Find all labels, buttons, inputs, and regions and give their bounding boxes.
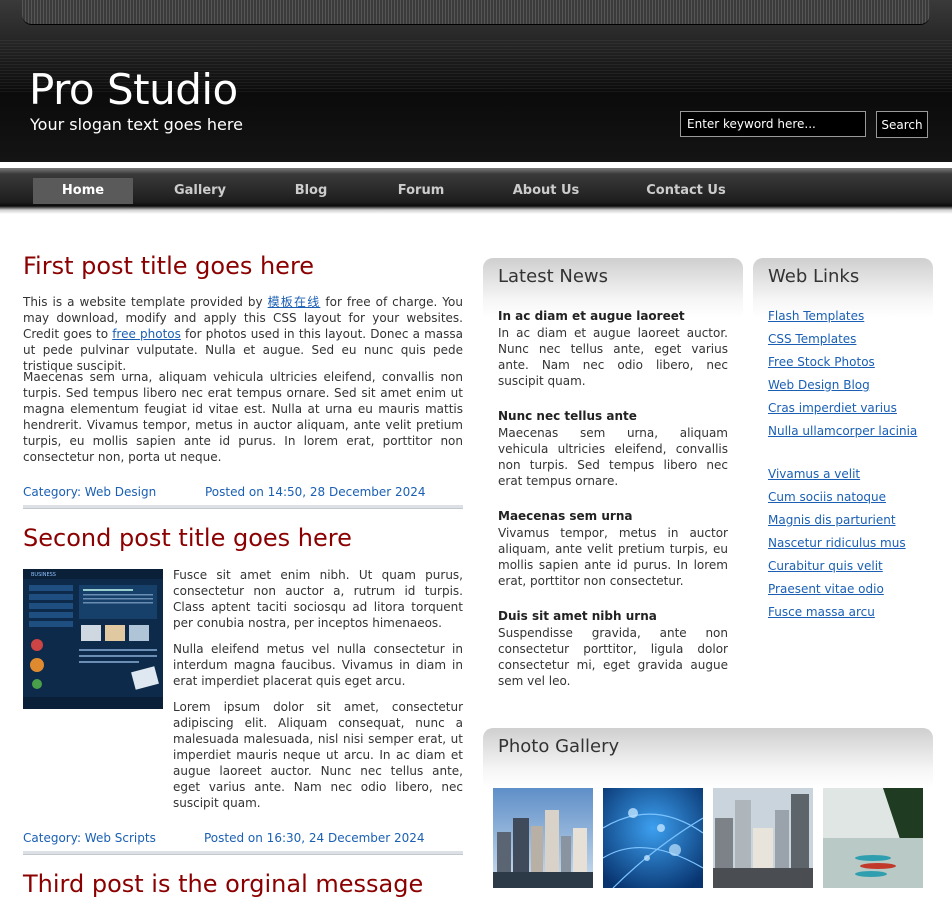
post-paragraph: Maecenas sem urna, aliquam vehicula ultr… <box>23 370 463 464</box>
news-item-text: In ac diam et augue laoreet auctor. Nunc… <box>498 326 728 388</box>
web-link[interactable]: Nulla ullamcorper lacinia <box>768 424 917 438</box>
post-paragraph: Nulla eleifend metus vel nulla consectet… <box>173 642 463 688</box>
svg-text:BUSINESS: BUSINESS <box>31 572 56 578</box>
search-button[interactable]: Search <box>876 111 928 138</box>
post-divider <box>23 505 463 509</box>
post-title[interactable]: First post title goes here <box>23 251 314 281</box>
news-item-title[interactable]: In ac diam et augue laoreet <box>498 309 685 323</box>
menu-item-blog[interactable]: Blog <box>261 178 361 204</box>
lake-boats-photo[interactable] <box>823 788 923 888</box>
site-title[interactable]: Pro Studio <box>29 64 238 116</box>
website-thumbnail-image: BUSINESS <box>23 569 163 709</box>
water-drops-photo[interactable] <box>603 788 703 888</box>
web-link[interactable]: CSS Templates <box>768 332 856 346</box>
web-link[interactable]: Fusce massa arcu <box>768 605 875 619</box>
text-span: This is a website template provided by <box>23 295 268 309</box>
free-photos-link[interactable]: free photos <box>112 327 181 341</box>
web-link[interactable]: Curabitur quis velit <box>768 559 883 573</box>
web-link[interactable]: Magnis dis parturient <box>768 513 896 527</box>
web-link[interactable]: Flash Templates <box>768 309 864 323</box>
menu-item-home[interactable]: Home <box>33 178 133 204</box>
web-link[interactable]: Free Stock Photos <box>768 355 875 369</box>
post-title[interactable]: Second post title goes here <box>23 523 352 553</box>
post-divider <box>23 851 463 855</box>
post-date: Posted on 14:50, 28 December 2024 <box>205 485 426 499</box>
web-link[interactable]: Web Design Blog <box>768 378 870 392</box>
news-item-text: Suspendisse gravida, ante non consectetu… <box>498 626 728 688</box>
news-item-title[interactable]: Nunc nec tellus ante <box>498 409 637 423</box>
web-links-heading: Web Links <box>768 266 860 287</box>
main-menu: Home Gallery Blog Forum About Us Contact… <box>0 162 952 214</box>
city-skyline-photo[interactable] <box>493 788 593 888</box>
menu-item-forum[interactable]: Forum <box>371 178 471 204</box>
post-title[interactable]: Third post is the orginal message <box>23 869 423 899</box>
web-link[interactable]: Praesent vitae odio <box>768 582 884 596</box>
news-item-title[interactable]: Duis sit amet nibh urna <box>498 609 657 623</box>
post-date: Posted on 16:30, 24 December 2024 <box>204 831 425 845</box>
post-paragraph: Fusce sit amet enim nibh. Ut quam purus,… <box>173 568 463 630</box>
header-top-bar <box>22 0 930 25</box>
news-item-text: Maecenas sem urna, aliquam vehicula ultr… <box>498 426 728 488</box>
site-slogan: Your slogan text goes here <box>30 115 243 134</box>
web-link[interactable]: Cum sociis natoque <box>768 490 886 504</box>
news-item-text: Vivamus tempor, metus in auctor aliquam,… <box>498 526 728 588</box>
menu-item-contact-us[interactable]: Contact Us <box>636 178 736 204</box>
photo-gallery-heading: Photo Gallery <box>498 736 620 757</box>
search-input[interactable] <box>680 111 866 137</box>
menu-item-about-us[interactable]: About Us <box>496 178 596 204</box>
city-buildings-photo[interactable] <box>713 788 813 888</box>
post-paragraph: This is a website template provided by 模… <box>23 294 463 374</box>
post-paragraph: Lorem ipsum dolor sit amet, consectetur … <box>173 700 463 810</box>
header: Pro Studio Your slogan text goes here Se… <box>0 0 952 162</box>
menu-item-gallery[interactable]: Gallery <box>150 178 250 204</box>
web-link[interactable]: Vivamus a velit <box>768 467 860 481</box>
web-link[interactable]: Nascetur ridiculus mus <box>768 536 906 550</box>
template-provider-link[interactable]: 模板在线 <box>268 295 321 309</box>
post-category-link[interactable]: Category: Web Design <box>23 485 156 499</box>
web-link[interactable]: Cras imperdiet varius <box>768 401 897 415</box>
news-item-title[interactable]: Maecenas sem urna <box>498 509 632 523</box>
latest-news-heading: Latest News <box>498 266 608 287</box>
post-category-link[interactable]: Category: Web Scripts <box>23 831 156 845</box>
